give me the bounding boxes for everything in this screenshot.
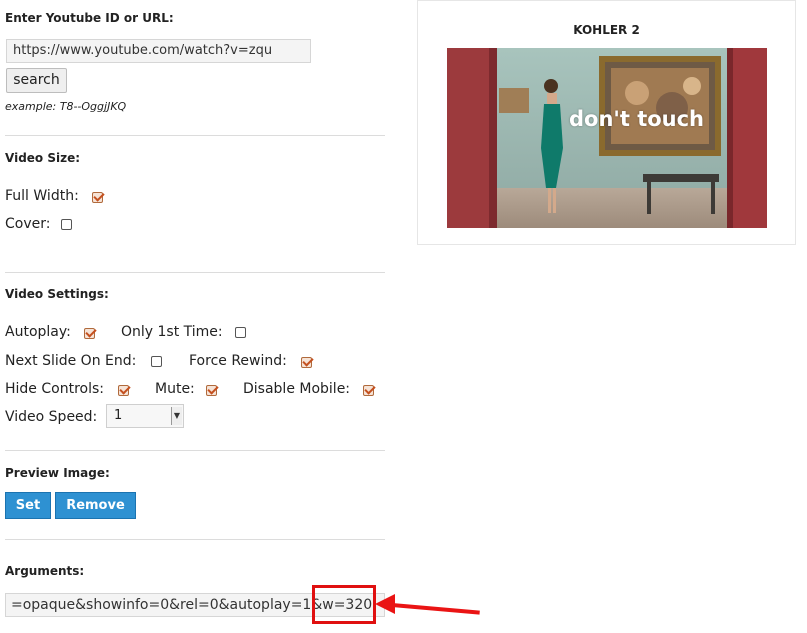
cover-checkbox[interactable] — [61, 219, 72, 230]
full-width-label: Full Width: — [5, 188, 79, 204]
museum-scene-image — [447, 48, 767, 228]
divider — [5, 539, 385, 540]
search-button[interactable]: search — [6, 68, 67, 93]
full-width-checkbox[interactable] — [92, 192, 103, 203]
youtube-heading: Enter Youtube ID or URL: — [5, 11, 174, 25]
next-slide-checkbox[interactable] — [151, 356, 162, 367]
video-size-heading: Video Size: — [5, 151, 81, 165]
arguments-heading: Arguments: — [5, 564, 85, 578]
video-thumbnail[interactable]: don't touch — [447, 48, 767, 228]
remove-button[interactable]: Remove — [55, 492, 136, 519]
mute-checkbox[interactable] — [206, 385, 217, 396]
divider — [5, 450, 385, 451]
youtube-url-input[interactable]: https://www.youtube.com/watch?v=zqu — [6, 39, 311, 63]
preview-image-heading: Preview Image: — [5, 466, 110, 480]
annotation-arrow-shaft — [391, 603, 480, 615]
force-rewind-checkbox[interactable] — [301, 357, 312, 368]
preview-title: KOHLER 2 — [573, 23, 640, 37]
video-caption: don't touch — [569, 107, 705, 131]
force-rewind-label: Force Rewind: — [189, 353, 287, 369]
next-slide-label: Next Slide On End: — [5, 353, 137, 369]
divider — [5, 135, 385, 136]
cover-label: Cover: — [5, 216, 51, 232]
highlight-box — [312, 585, 376, 624]
video-speed-select[interactable]: 1 ▼ — [106, 404, 184, 428]
video-settings-heading: Video Settings: — [5, 287, 109, 301]
preview-card: KOHLER 2 don't touch — [417, 0, 796, 245]
autoplay-label: Autoplay: — [5, 324, 71, 340]
autoplay-checkbox[interactable] — [84, 328, 95, 339]
disable-mobile-checkbox[interactable] — [363, 385, 374, 396]
set-button[interactable]: Set — [5, 492, 51, 519]
video-speed-value: 1 — [114, 408, 123, 423]
example-hint: example: T8--OggjJKQ — [5, 100, 127, 113]
mute-label: Mute: — [155, 381, 195, 397]
video-speed-label: Video Speed: — [5, 409, 98, 425]
disable-mobile-label: Disable Mobile: — [243, 381, 351, 397]
divider — [5, 272, 385, 273]
hide-controls-label: Hide Controls: — [5, 381, 104, 397]
hide-controls-checkbox[interactable] — [118, 385, 129, 396]
only-first-label: Only 1st Time: — [121, 324, 223, 340]
only-first-checkbox[interactable] — [235, 327, 246, 338]
annotation-arrow-icon — [375, 594, 395, 614]
chevron-down-icon: ▼ — [171, 407, 182, 425]
